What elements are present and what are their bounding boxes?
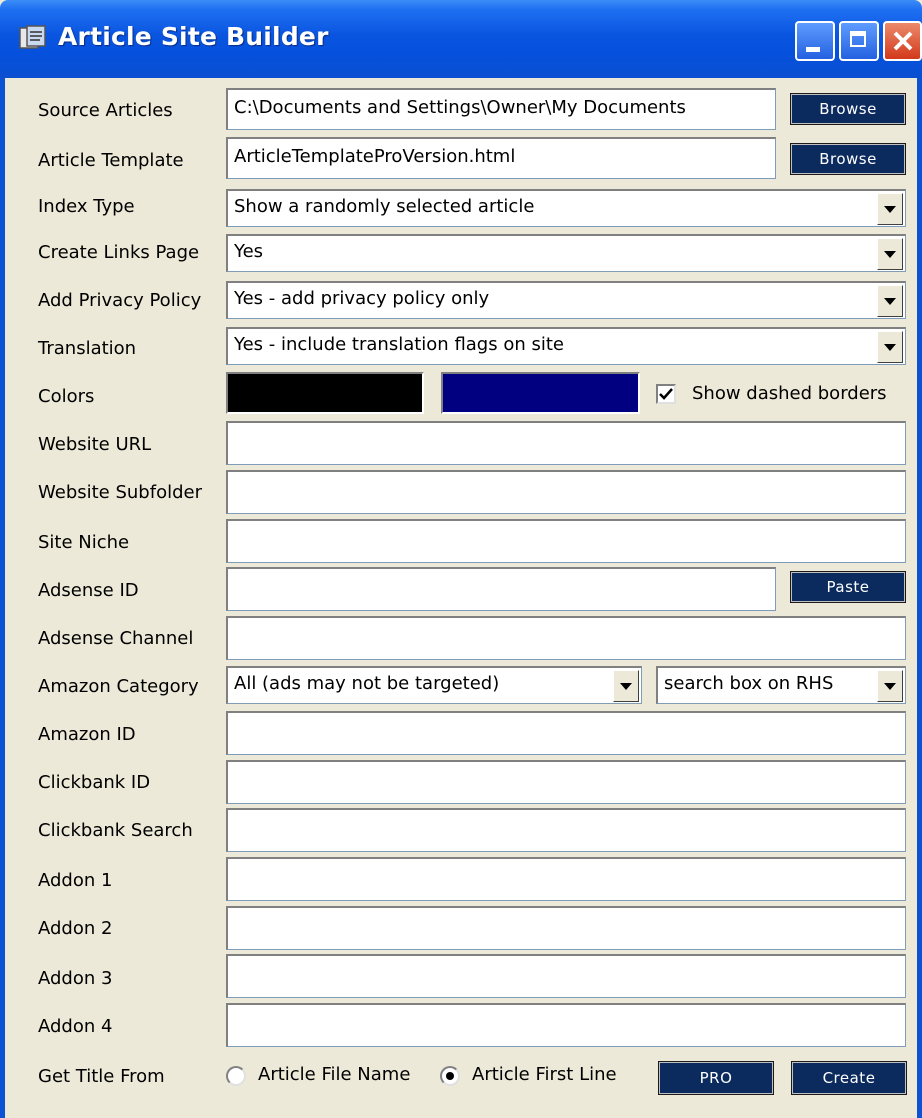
clickbank-id-label: Clickbank ID (38, 772, 151, 793)
color2-swatch[interactable] (441, 372, 640, 414)
app-window: Article Site Builder Source Articles C:\… (0, 0, 922, 1118)
amazon-category-label: Amazon Category (38, 676, 199, 697)
chevron-down-icon[interactable] (877, 285, 903, 317)
chevron-down-icon[interactable] (613, 670, 639, 702)
title-bar[interactable]: Article Site Builder (0, 0, 922, 78)
website-subfolder-label: Website Subfolder (38, 482, 202, 503)
browse-source-button[interactable]: Browse (790, 93, 906, 125)
colors-label: Colors (38, 386, 95, 407)
show-dashed-borders-checkbox[interactable] (656, 384, 676, 404)
site-niche-label: Site Niche (38, 532, 130, 553)
clickbank-search-field[interactable] (226, 808, 906, 852)
browse-template-button[interactable]: Browse (790, 143, 906, 175)
addon4-field[interactable] (226, 1003, 906, 1047)
adsense-id-label: Adsense ID (38, 580, 139, 601)
chevron-down-icon[interactable] (877, 238, 903, 270)
index-type-select[interactable]: Show a randomly selected article (226, 189, 906, 227)
checkmark-icon (659, 388, 673, 400)
index-type-value: Show a randomly selected article (234, 196, 535, 217)
article-first-line-label[interactable]: Article First Line (472, 1064, 617, 1085)
create-links-page-value: Yes (234, 241, 264, 262)
get-title-from-label: Get Title From (38, 1066, 165, 1087)
paste-button[interactable]: Paste (790, 571, 906, 603)
source-articles-field[interactable]: C:\Documents and Settings\Owner\My Docum… (226, 88, 776, 130)
close-button[interactable] (883, 21, 922, 61)
window-border-left (0, 78, 5, 1118)
addon1-field[interactable] (226, 857, 906, 901)
amazon-search-position-value: search box on RHS (664, 673, 834, 694)
adsense-channel-field[interactable] (226, 616, 906, 660)
color1-swatch[interactable] (226, 372, 424, 414)
article-template-field[interactable]: ArticleTemplateProVersion.html (226, 137, 776, 179)
window-border-right (917, 78, 922, 1118)
maximize-button[interactable] (839, 21, 879, 61)
window-title: Article Site Builder (58, 22, 329, 51)
add-privacy-policy-select[interactable]: Yes - add privacy policy only (226, 281, 906, 319)
translation-value: Yes - include translation flags on site (234, 334, 564, 355)
close-icon (893, 31, 913, 51)
addon1-label: Addon 1 (38, 870, 113, 891)
addon2-field[interactable] (226, 906, 906, 950)
amazon-search-position-select[interactable]: search box on RHS (656, 666, 906, 704)
adsense-channel-label: Adsense Channel (38, 628, 194, 649)
add-privacy-policy-value: Yes - add privacy policy only (234, 288, 490, 309)
add-privacy-policy-label: Add Privacy Policy (38, 290, 202, 311)
chevron-down-icon[interactable] (877, 193, 903, 225)
source-articles-label: Source Articles (38, 100, 173, 121)
pro-button[interactable]: PRO (658, 1061, 774, 1095)
translation-label: Translation (38, 338, 137, 359)
create-button[interactable]: Create (791, 1061, 907, 1095)
clickbank-search-label: Clickbank Search (38, 820, 193, 841)
chevron-down-icon[interactable] (877, 670, 903, 702)
amazon-category-select[interactable]: All (ads may not be targeted) (226, 666, 642, 704)
site-niche-field[interactable] (226, 519, 906, 563)
minimize-button[interactable] (795, 21, 835, 61)
amazon-id-field[interactable] (226, 711, 906, 755)
adsense-id-field[interactable] (226, 567, 776, 611)
create-links-page-select[interactable]: Yes (226, 234, 906, 272)
article-first-line-radio[interactable] (440, 1066, 460, 1086)
addon3-label: Addon 3 (38, 968, 113, 989)
addon4-label: Addon 4 (38, 1016, 113, 1037)
show-dashed-borders-label[interactable]: Show dashed borders (692, 383, 887, 404)
app-icon (19, 25, 46, 49)
website-url-field[interactable] (226, 421, 906, 465)
create-links-page-label: Create Links Page (38, 242, 200, 263)
addon3-field[interactable] (226, 954, 906, 998)
amazon-category-value: All (ads may not be targeted) (234, 673, 500, 694)
website-url-label: Website URL (38, 434, 152, 455)
website-subfolder-field[interactable] (226, 470, 906, 514)
article-file-name-label[interactable]: Article File Name (258, 1064, 410, 1085)
clickbank-id-field[interactable] (226, 760, 906, 804)
article-template-label: Article Template (38, 150, 184, 171)
index-type-label: Index Type (38, 196, 135, 217)
addon2-label: Addon 2 (38, 918, 113, 939)
chevron-down-icon[interactable] (877, 331, 903, 363)
article-file-name-radio[interactable] (226, 1066, 246, 1086)
translation-select[interactable]: Yes - include translation flags on site (226, 327, 906, 365)
amazon-id-label: Amazon ID (38, 724, 136, 745)
